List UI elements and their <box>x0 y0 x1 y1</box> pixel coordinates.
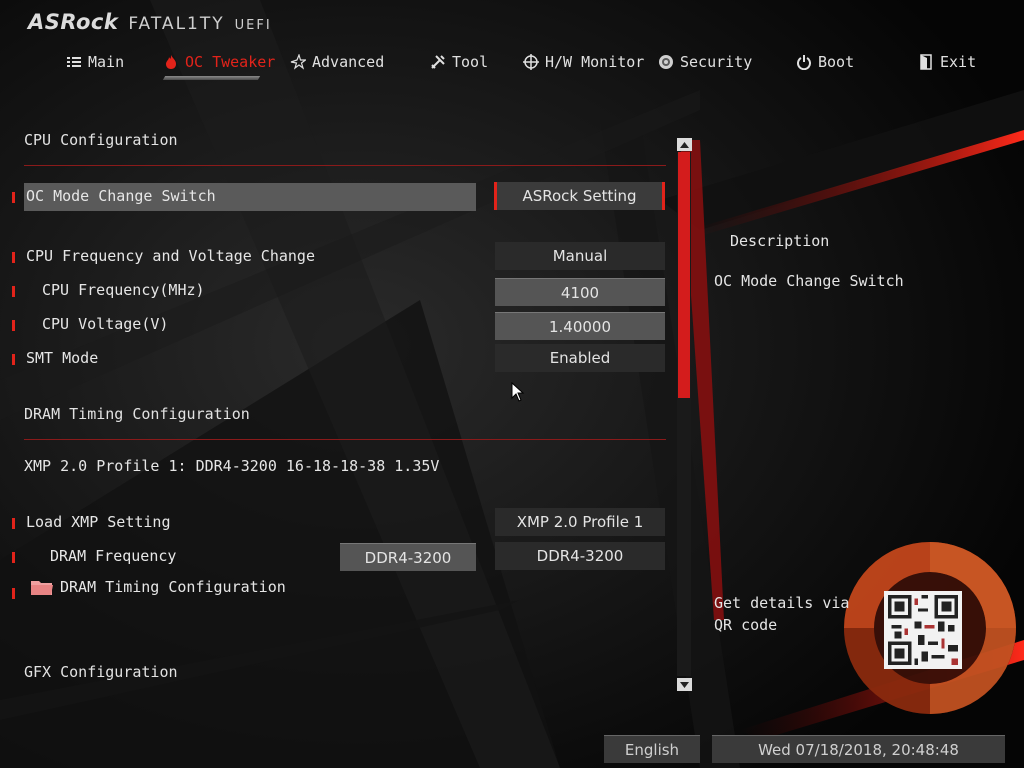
row-bullet <box>12 588 15 599</box>
chevron-down-icon <box>680 681 689 688</box>
scroll-up-button[interactable] <box>677 138 692 151</box>
load-xmp-setting-value[interactable]: XMP 2.0 Profile 1 <box>495 508 665 536</box>
row-bullet <box>12 354 15 365</box>
oc-mode-change-switch-label[interactable]: OC Mode Change Switch <box>26 187 216 205</box>
oc-mode-change-switch-value[interactable]: ASRock Setting <box>494 182 665 210</box>
cpu-frequency-label[interactable]: CPU Frequency(MHz) <box>42 281 205 299</box>
scrollbar-thumb[interactable] <box>678 152 690 398</box>
tab-tool[interactable]: Tool <box>430 50 488 74</box>
tab-boot[interactable]: Boot <box>796 50 854 74</box>
tab-security[interactable]: Security <box>658 50 752 74</box>
list-icon <box>67 57 81 67</box>
dram-timing-configuration-folder[interactable]: DRAM Timing Configuration <box>60 578 286 596</box>
mouse-cursor-icon <box>511 382 525 402</box>
cpu-freq-voltage-change-value[interactable]: Manual <box>495 242 665 270</box>
section-gfx-configuration[interactable]: GFX Configuration <box>24 663 178 681</box>
row-bullet <box>12 518 15 529</box>
tab-label: Exit <box>940 53 977 71</box>
tab-exit[interactable]: Exit <box>918 50 976 74</box>
chevron-up-icon <box>680 141 689 148</box>
tab-label: Security <box>680 53 753 71</box>
asrock-logo: ASRock <box>28 10 119 34</box>
row-bullet <box>12 286 15 297</box>
folder-icon <box>31 581 53 595</box>
shield-icon <box>659 55 673 69</box>
cpu-voltage-input[interactable]: 1.40000 <box>495 312 665 340</box>
tab-main[interactable]: Main <box>66 50 124 74</box>
cpu-voltage-label[interactable]: CPU Voltage(V) <box>42 315 168 333</box>
tab-oc-tweaker[interactable]: OC Tweaker <box>163 50 275 74</box>
tab-label: Tool <box>452 53 489 71</box>
tab-hw-monitor[interactable]: H/W Monitor <box>523 50 644 74</box>
qr-code-icon <box>888 595 958 665</box>
tab-label: OC Tweaker <box>185 53 276 71</box>
language-button[interactable]: English <box>604 735 700 763</box>
section-cpu-configuration: CPU Configuration <box>24 131 178 149</box>
tab-label: H/W Monitor <box>545 53 645 71</box>
cpu-frequency-input[interactable]: 4100 <box>495 278 665 306</box>
row-bullet <box>12 552 15 563</box>
tab-advanced[interactable]: Advanced <box>290 50 384 74</box>
brand-logo: ASRock FATAL1TY UEFI <box>28 10 272 36</box>
description-text: OC Mode Change Switch <box>714 272 904 290</box>
section-dram-timing-configuration: DRAM Timing Configuration <box>24 405 250 423</box>
scroll-down-button[interactable] <box>677 678 692 691</box>
active-tab-underline <box>162 76 261 80</box>
tab-label: Advanced <box>312 53 385 71</box>
crosshair-icon <box>523 54 539 70</box>
section-divider <box>24 439 666 440</box>
row-bullet <box>12 320 15 331</box>
tab-label: Boot <box>818 53 855 71</box>
fatal1ty-logo: FATAL1TY <box>128 14 225 34</box>
section-divider <box>24 165 666 166</box>
dram-frequency-value[interactable]: DDR4-3200 <box>495 542 665 570</box>
dram-frequency-label[interactable]: DRAM Frequency <box>50 547 176 565</box>
qr-code[interactable] <box>884 591 962 669</box>
cpu-freq-voltage-change-label[interactable]: CPU Frequency and Voltage Change <box>26 247 315 265</box>
flame-icon <box>166 55 176 69</box>
exit-icon <box>920 54 932 70</box>
xmp-profile-info: XMP 2.0 Profile 1: DDR4-3200 16-18-18-38… <box>24 457 440 475</box>
uefi-label: UEFI <box>234 18 272 33</box>
smt-mode-value[interactable]: Enabled <box>495 344 665 372</box>
tools-icon <box>431 55 445 69</box>
row-bullet <box>12 192 15 203</box>
tab-label: Main <box>88 53 125 71</box>
smt-mode-label[interactable]: SMT Mode <box>26 349 98 367</box>
star-icon <box>290 54 306 70</box>
description-title: Description <box>730 232 830 250</box>
load-xmp-setting-label[interactable]: Load XMP Setting <box>26 513 171 531</box>
datetime-display: Wed 07/18/2018, 20:48:48 <box>712 735 1005 763</box>
dram-frequency-current: DDR4-3200 <box>340 543 476 571</box>
qr-details-text: Get details via QR code <box>714 594 850 634</box>
row-bullet <box>12 252 15 263</box>
power-icon <box>797 55 811 70</box>
